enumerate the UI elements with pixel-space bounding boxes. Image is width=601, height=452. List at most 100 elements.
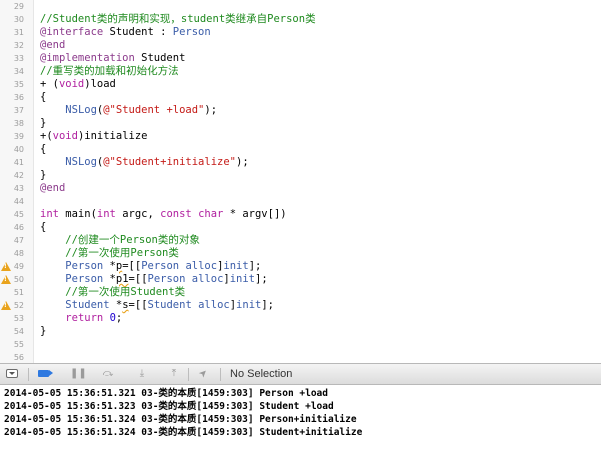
- code-line[interactable]: 34 //重写类的加载和初始化方法: [0, 65, 601, 78]
- code-text[interactable]: //重写类的加载和初始化方法: [40, 65, 179, 78]
- line-number[interactable]: 44: [0, 195, 24, 208]
- code-line[interactable]: 38}: [0, 117, 601, 130]
- code-line[interactable]: 33 @implementation Student: [0, 52, 601, 65]
- code-text[interactable]: int main(int argc, const char * argv[]): [40, 208, 287, 221]
- code-text[interactable]: }: [40, 325, 46, 338]
- code-text[interactable]: +(void)initialize: [40, 130, 148, 143]
- code-line[interactable]: 31 @interface Student : Person: [0, 26, 601, 39]
- line-number[interactable]: 56: [0, 351, 24, 363]
- code-line[interactable]: 41 NSLog(@"Student+initialize");: [0, 156, 601, 169]
- code-token: argc,: [115, 208, 161, 220]
- code-token: p1: [115, 273, 129, 285]
- code-text[interactable]: }: [40, 169, 46, 182]
- line-number[interactable]: 47: [0, 234, 24, 247]
- line-number[interactable]: 38: [0, 117, 24, 130]
- code-line[interactable]: 45 int main(int argc, const char * argv[]…: [0, 208, 601, 221]
- code-line[interactable]: 50! Person *p1=[[Person alloc]init];: [0, 273, 601, 286]
- code-line[interactable]: 44: [0, 195, 601, 208]
- line-number[interactable]: 31: [0, 26, 24, 39]
- code-text[interactable]: Student *s=[[Student alloc]init];: [40, 299, 274, 312]
- line-number[interactable]: 42: [0, 169, 24, 182]
- code-line[interactable]: 42}: [0, 169, 601, 182]
- line-number[interactable]: 55: [0, 338, 24, 351]
- code-text[interactable]: NSLog(@"Student+initialize");: [40, 156, 249, 169]
- code-line[interactable]: 56: [0, 351, 601, 363]
- line-number[interactable]: 53: [0, 312, 24, 325]
- code-text[interactable]: NSLog(@"Student +load");: [40, 104, 217, 117]
- step-into-icon[interactable]: ⤓: [134, 368, 150, 380]
- code-line[interactable]: 30 //Student类的声明和实现，student类继承自Person类: [0, 13, 601, 26]
- code-text[interactable]: //Student类的声明和实现，student类继承自Person类: [40, 13, 316, 26]
- code-text[interactable]: @end: [40, 39, 65, 52]
- code-text[interactable]: @interface Student : Person: [40, 26, 211, 39]
- code-text[interactable]: //第一次使用Person类: [40, 247, 179, 260]
- code-line[interactable]: 55: [0, 338, 601, 351]
- step-over-icon[interactable]: ⤼: [100, 368, 116, 380]
- code-token: init: [229, 273, 256, 285]
- code-text[interactable]: Person *p=[[Person alloc]init];: [40, 260, 261, 273]
- code-text[interactable]: {: [40, 91, 46, 104]
- code-text[interactable]: Person *p1=[[Person alloc]init];: [40, 273, 267, 286]
- code-line[interactable]: 39 +(void)initialize: [0, 130, 601, 143]
- code-line[interactable]: 46 {: [0, 221, 601, 234]
- code-line[interactable]: 51 //第一次使用Student类: [0, 286, 601, 299]
- code-token: *: [103, 260, 116, 272]
- line-number[interactable]: 54: [0, 325, 24, 338]
- code-line[interactable]: 49! Person *p=[[Person alloc]init];: [0, 260, 601, 273]
- code-text[interactable]: return 0;: [40, 312, 122, 325]
- code-line[interactable]: 48 //第一次使用Person类: [0, 247, 601, 260]
- line-number[interactable]: 34: [0, 65, 24, 78]
- line-number[interactable]: 51: [0, 286, 24, 299]
- code-token: Student: [147, 299, 192, 311]
- line-number[interactable]: 29: [0, 0, 24, 13]
- code-editor[interactable]: 29 30//Student类的声明和实现，student类继承自Person类 3…: [0, 0, 601, 363]
- code-line[interactable]: 29: [0, 0, 601, 13]
- line-number[interactable]: 40: [0, 143, 24, 156]
- line-number[interactable]: 39: [0, 130, 24, 143]
- pause-icon[interactable]: ❚❚: [70, 368, 87, 380]
- code-line[interactable]: 37 NSLog(@"Student +load");: [0, 104, 601, 117]
- code-text[interactable]: //第一次使用Student类: [40, 286, 185, 299]
- hide-debug-area-icon[interactable]: [6, 369, 18, 378]
- step-out-icon[interactable]: ⤒: [166, 368, 182, 380]
- line-number[interactable]: 35: [0, 78, 24, 91]
- code-line[interactable]: 54}: [0, 325, 601, 338]
- code-text[interactable]: //创建一个Person类的对象: [40, 234, 200, 247]
- code-token: ;: [115, 312, 123, 324]
- code-text[interactable]: + (void)load: [40, 78, 116, 91]
- code-line[interactable]: 53 return 0;: [0, 312, 601, 325]
- code-text[interactable]: {: [40, 143, 46, 156]
- line-number[interactable]: 48: [0, 247, 24, 260]
- line-number[interactable]: 33: [0, 52, 24, 65]
- code-text[interactable]: @end: [40, 182, 65, 195]
- line-number[interactable]: 46: [0, 221, 24, 234]
- code-token: Person: [141, 260, 180, 272]
- code-token: @end: [40, 39, 66, 51]
- code-line[interactable]: 32 @end: [0, 39, 601, 52]
- simulate-location-icon[interactable]: ➤: [194, 364, 214, 384]
- console-output[interactable]: 2014-05-05 15:36:51.321 03-类的本质[1459:303…: [0, 385, 601, 452]
- line-number[interactable]: 32: [0, 39, 24, 52]
- code-line[interactable]: 35 + (void)load: [0, 78, 601, 91]
- breakpoints-toggle-icon[interactable]: [38, 370, 53, 377]
- code-token: );: [236, 156, 249, 168]
- line-number[interactable]: 41: [0, 156, 24, 169]
- code-line[interactable]: 47 //创建一个Person类的对象: [0, 234, 601, 247]
- line-number[interactable]: 30: [0, 13, 24, 26]
- code-token: alloc: [198, 299, 230, 311]
- line-number[interactable]: 45: [0, 208, 24, 221]
- line-number[interactable]: 43: [0, 182, 24, 195]
- code-line[interactable]: 43 @end: [0, 182, 601, 195]
- code-text[interactable]: @implementation Student: [40, 52, 185, 65]
- code-line[interactable]: 52! Student *s=[[Student alloc]init];: [0, 299, 601, 312]
- line-number[interactable]: 36: [0, 91, 24, 104]
- stack-frame-selector[interactable]: No Selection: [230, 364, 292, 384]
- line-number[interactable]: 37: [0, 104, 24, 117]
- code-token: //第一次使用Student类: [40, 286, 186, 298]
- code-line[interactable]: 36 {: [0, 91, 601, 104]
- code-text[interactable]: {: [40, 221, 46, 234]
- code-line[interactable]: 40 {: [0, 143, 601, 156]
- code-text[interactable]: }: [40, 117, 46, 130]
